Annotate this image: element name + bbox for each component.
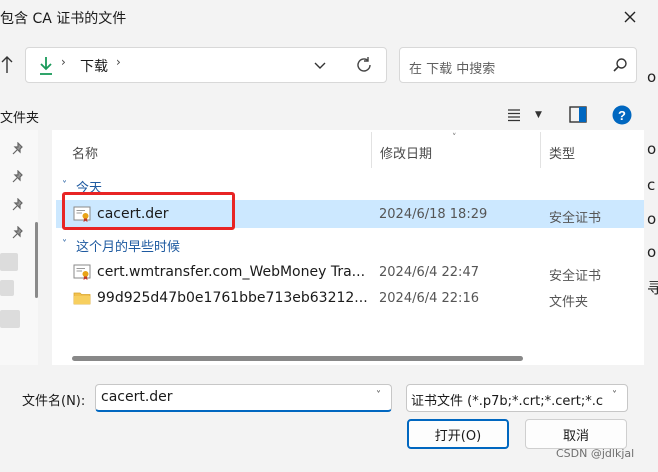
chevron-down-icon[interactable]: ˅ bbox=[612, 390, 617, 401]
column-divider[interactable] bbox=[540, 132, 541, 168]
horizontal-scrollbar[interactable] bbox=[72, 356, 523, 361]
file-type: 安全证书 bbox=[549, 269, 602, 284]
view-dropdown-icon[interactable]: ▼ bbox=[535, 110, 542, 120]
folder-label[interactable]: 文件夹 bbox=[0, 107, 39, 126]
breadcrumb-separator[interactable]: › bbox=[61, 55, 66, 69]
nav-scrollbar[interactable] bbox=[35, 222, 38, 298]
search-placeholder: 在 下载 中搜索 bbox=[409, 62, 496, 77]
help-icon[interactable]: ? bbox=[612, 105, 632, 125]
breadcrumb-folder[interactable]: 下载 bbox=[80, 56, 108, 76]
window-title: 包含 CA 证书的文件 bbox=[0, 11, 127, 27]
background-text-fragment: o bbox=[647, 243, 657, 261]
group-label-earlier[interactable]: 这个月的早些时候 bbox=[76, 236, 180, 255]
cancel-button[interactable]: 取消 bbox=[525, 419, 627, 449]
filename-label: 文件名(N): bbox=[22, 394, 86, 409]
file-date: 2024/6/4 22:47 bbox=[379, 265, 479, 280]
background-text-fragment: 寻 bbox=[647, 279, 658, 297]
column-divider[interactable] bbox=[371, 132, 372, 168]
pin-icon[interactable] bbox=[11, 198, 25, 212]
background-text-fragment: o bbox=[647, 210, 657, 228]
file-date: 2024/6/18 18:29 bbox=[379, 207, 488, 222]
sort-indicator-icon: ˅ bbox=[452, 133, 457, 143]
column-header-name[interactable]: 名称 bbox=[72, 143, 98, 162]
file-name[interactable]: cert.wmtransfer.com_WebMoney Tra... bbox=[97, 264, 365, 280]
watermark-text: CSDN @jdlkjal bbox=[556, 447, 635, 460]
column-header-date[interactable]: 修改日期 bbox=[380, 143, 432, 162]
blurred-nav-item[interactable] bbox=[0, 280, 14, 296]
pin-icon[interactable] bbox=[11, 142, 25, 156]
pin-icon[interactable] bbox=[11, 170, 25, 184]
up-arrow-icon[interactable] bbox=[0, 54, 14, 76]
blurred-nav-item[interactable] bbox=[0, 310, 20, 328]
background-text-fragment: c bbox=[647, 176, 656, 194]
navigation-pane bbox=[0, 130, 38, 365]
chevron-down-icon[interactable]: ˅ bbox=[376, 390, 381, 401]
background-text-fragment: o bbox=[647, 140, 657, 158]
download-arrow-icon bbox=[40, 57, 52, 75]
file-date: 2024/6/4 22:16 bbox=[379, 291, 479, 306]
file-name[interactable]: 99d925d47b0e1761bbe713eb63212... bbox=[97, 290, 368, 306]
breadcrumb-separator[interactable]: › bbox=[116, 55, 121, 69]
svg-text:?: ? bbox=[618, 108, 626, 123]
preview-pane-icon[interactable] bbox=[569, 106, 587, 123]
certificate-icon bbox=[73, 264, 91, 280]
background-text-fragment: o bbox=[647, 68, 657, 86]
close-button[interactable] bbox=[612, 2, 648, 32]
column-header-type[interactable]: 类型 bbox=[549, 143, 575, 162]
pin-icon[interactable] bbox=[11, 226, 25, 240]
open-button[interactable]: 打开(O) bbox=[407, 419, 509, 449]
refresh-icon[interactable] bbox=[353, 54, 375, 76]
filename-value[interactable]: cacert.der bbox=[101, 389, 173, 405]
group-collapse-icon[interactable]: ˅ bbox=[62, 239, 67, 250]
red-highlight-box bbox=[62, 192, 235, 230]
folder-icon bbox=[73, 292, 91, 305]
background-window-strip bbox=[644, 36, 658, 376]
filetype-value[interactable]: 证书文件 (*.p7b;*.crt;*.cert;*.c bbox=[411, 390, 611, 409]
group-collapse-icon[interactable]: ˅ bbox=[62, 180, 67, 191]
file-type: 安全证书 bbox=[549, 211, 602, 226]
view-list-icon[interactable] bbox=[506, 107, 522, 123]
file-type: 文件夹 bbox=[549, 295, 589, 310]
close-icon bbox=[624, 11, 636, 23]
search-icon[interactable] bbox=[612, 57, 628, 73]
chevron-down-icon[interactable] bbox=[311, 56, 329, 74]
blurred-nav-item[interactable] bbox=[0, 253, 18, 271]
